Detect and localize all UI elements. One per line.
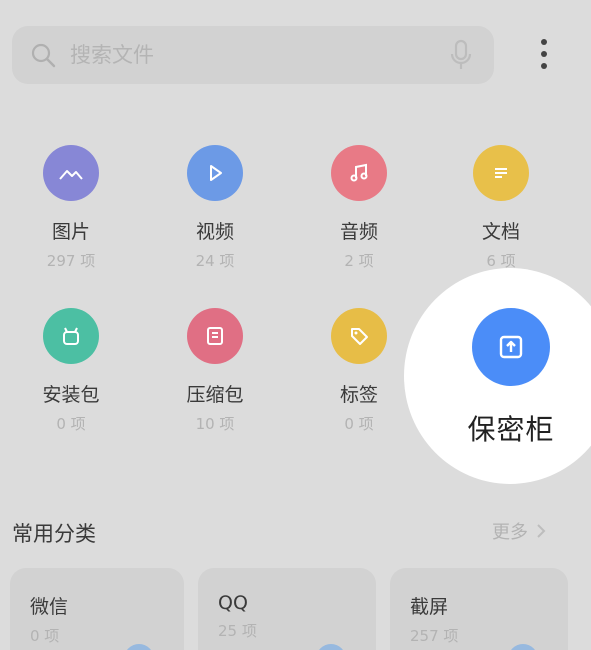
category-packages[interactable]: 安装包 0 项 bbox=[6, 308, 136, 434]
music-icon bbox=[331, 145, 387, 201]
common-card-wechat[interactable]: 微信 0 项 bbox=[10, 568, 184, 650]
vault-label[interactable]: 保密柜 bbox=[452, 408, 570, 448]
category-videos[interactable]: 视频 24 项 bbox=[150, 145, 280, 271]
android-icon bbox=[43, 308, 99, 364]
category-archives[interactable]: 压缩包 10 项 bbox=[150, 308, 280, 434]
more-options-icon[interactable] bbox=[530, 36, 558, 72]
card-count: 0 项 bbox=[30, 627, 60, 645]
category-images[interactable]: 图片 297 项 bbox=[6, 145, 136, 271]
image-icon bbox=[43, 145, 99, 201]
category-label: 音频 bbox=[339, 221, 378, 243]
section-title: 常用分类 bbox=[12, 522, 96, 546]
category-label: 压缩包 bbox=[186, 384, 244, 406]
common-card-qq[interactable]: QQ 25 项 bbox=[198, 568, 376, 650]
more-link-label: 更多 bbox=[492, 522, 528, 543]
category-count: 2 项 bbox=[344, 252, 374, 270]
search-bar[interactable] bbox=[12, 26, 494, 84]
card-count: 25 项 bbox=[218, 622, 257, 640]
document-icon bbox=[473, 145, 529, 201]
card-count: 257 项 bbox=[410, 627, 459, 645]
category-label: 图片 bbox=[51, 221, 90, 243]
chevron-right-icon bbox=[537, 524, 546, 538]
card-title: 截屏 bbox=[410, 596, 449, 618]
category-documents[interactable]: 文档 6 项 bbox=[436, 145, 566, 271]
category-count: 24 项 bbox=[195, 252, 235, 270]
category-count: 10 项 bbox=[195, 415, 235, 433]
more-link[interactable]: 更多 bbox=[492, 518, 546, 544]
category-count: 0 项 bbox=[344, 415, 374, 433]
card-title: 微信 bbox=[30, 596, 69, 618]
category-label: 文档 bbox=[481, 221, 520, 243]
category-count: 297 项 bbox=[46, 252, 96, 270]
microphone-icon[interactable] bbox=[446, 38, 476, 72]
category-label: 安装包 bbox=[42, 384, 100, 406]
search-input[interactable] bbox=[70, 43, 438, 67]
archive-icon bbox=[187, 308, 243, 364]
tag-icon bbox=[331, 308, 387, 364]
category-audio[interactable]: 音频 2 项 bbox=[294, 145, 424, 271]
common-card-screenshots[interactable]: 截屏 257 项 bbox=[390, 568, 568, 650]
card-title: QQ bbox=[218, 592, 248, 614]
category-count: 0 项 bbox=[56, 415, 86, 433]
category-label: 视频 bbox=[195, 221, 234, 243]
search-icon bbox=[31, 43, 56, 68]
card-decoration-icon bbox=[316, 644, 346, 650]
vault-icon[interactable] bbox=[472, 308, 550, 386]
play-icon bbox=[187, 145, 243, 201]
